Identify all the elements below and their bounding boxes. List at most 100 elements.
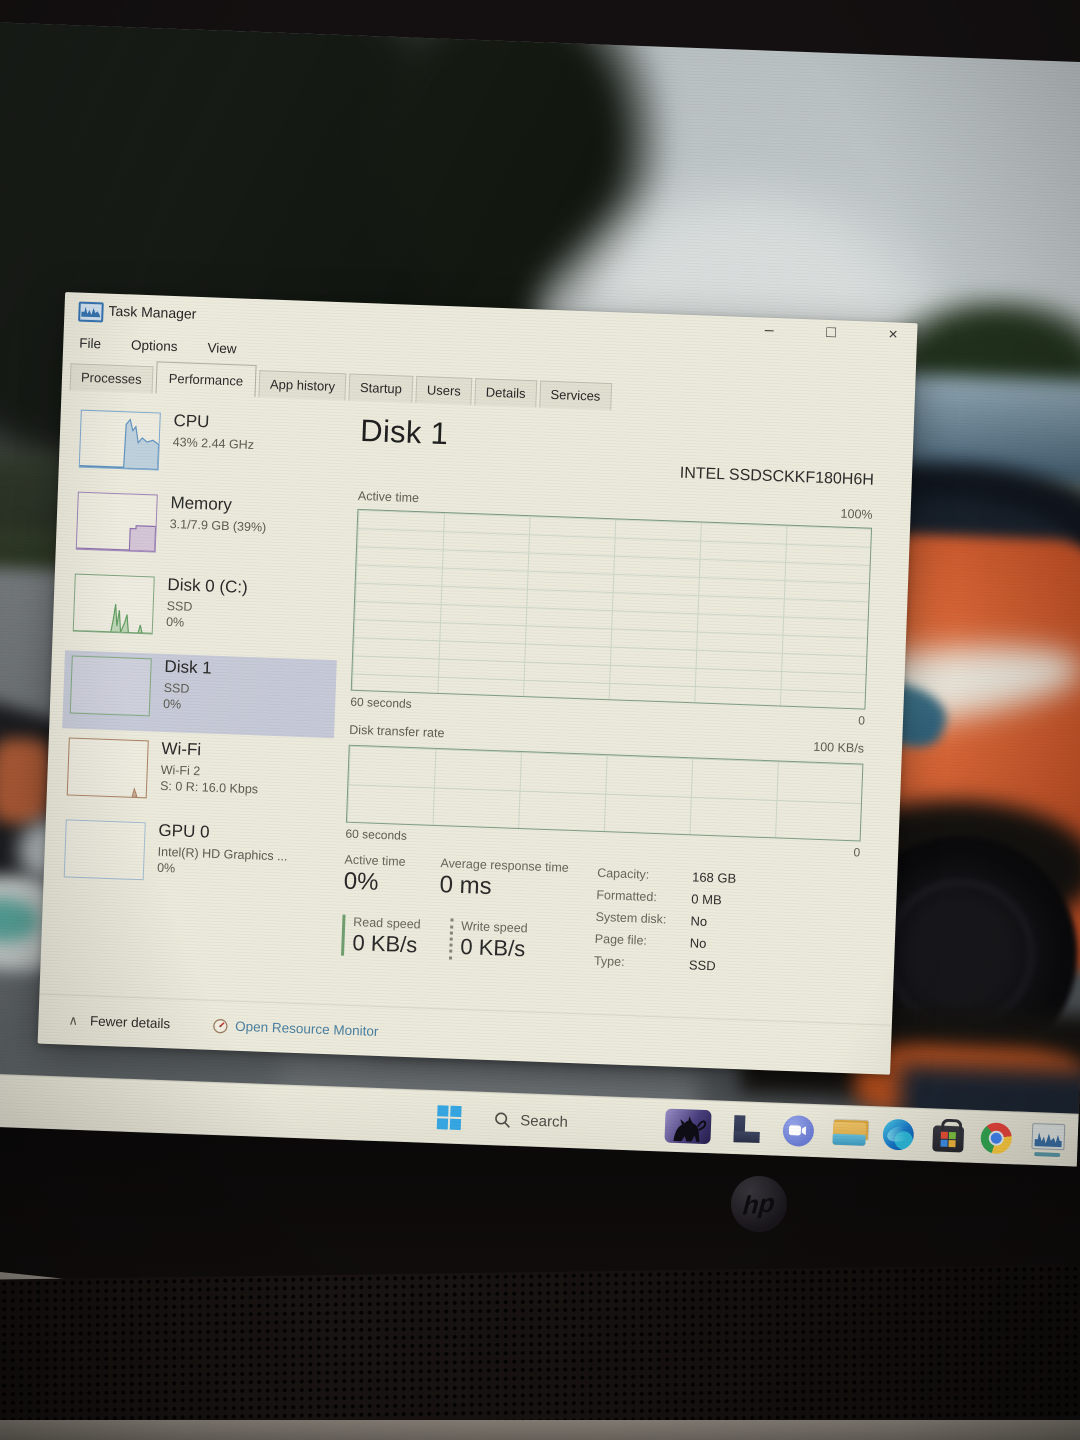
search-label: Search [520, 1112, 568, 1131]
cpu-title: CPU [173, 410, 255, 435]
active-time-chart [351, 509, 872, 710]
taskbar-app-video[interactable] [779, 1104, 817, 1157]
capacity-value: 168 GB [692, 869, 737, 886]
page-title: Disk 1 [360, 413, 449, 452]
file-explorer-icon [832, 1119, 866, 1146]
sidebar-item-wifi[interactable]: Wi-Fi Wi-Fi 2 S: 0 R: 16.0 Kbps [59, 732, 334, 820]
wifi-title: Wi-Fi [161, 738, 260, 764]
formatted-label: Formatted: [596, 888, 691, 906]
taskbar-file-explorer[interactable] [829, 1106, 869, 1159]
active-app-indicator [1034, 1152, 1060, 1157]
task-manager-window: Task Manager – □ × File Options View Pro… [38, 292, 918, 1075]
fewer-details-button[interactable]: Fewer details [90, 1013, 171, 1031]
transfer-rate-chart-min: 0 [853, 845, 860, 859]
performance-panel: CPU 43% 2.44 GHz Memory 3.1/7.9 GB (39%) [40, 390, 914, 1021]
laptop-photo: hp [0, 0, 1080, 1440]
avg-response-value: 0 ms [439, 871, 568, 904]
wifi-speed: S: 0 R: 16.0 Kbps [160, 778, 259, 798]
tab-startup[interactable]: Startup [349, 373, 414, 402]
microsoft-store-icon [932, 1125, 964, 1152]
memory-mini-chart [76, 492, 158, 553]
read-speed-label: Read speed [353, 915, 421, 931]
formatted-value: 0 MB [691, 891, 722, 907]
disk0-title: Disk 0 (C:) [167, 574, 248, 599]
disk-properties: Capacity: 168 GB Formatted: 0 MB System … [593, 866, 736, 981]
transfer-rate-chart-label: Disk transfer rate [349, 723, 445, 740]
laptop-screen: Task Manager – □ × File Options View Pro… [0, 22, 1080, 1167]
sidebar-item-gpu0[interactable]: GPU 0 Intel(R) HD Graphics ... 0% [56, 814, 331, 902]
system-disk-value: No [690, 913, 707, 929]
taskbar-chrome[interactable] [977, 1111, 1015, 1164]
wifi-mini-chart [67, 737, 149, 798]
window-title: Task Manager [108, 303, 196, 322]
type-label: Type: [594, 954, 689, 972]
page-file-label: Page file: [595, 932, 690, 950]
sidebar-item-disk1[interactable]: Disk 1 SSD 0% [62, 650, 337, 738]
active-time-chart-min: 0 [858, 713, 865, 727]
property-row: Type: SSD [594, 954, 734, 974]
taskbar-app-l[interactable] [729, 1102, 765, 1155]
tab-users[interactable]: Users [415, 376, 472, 405]
taskbar-edge[interactable] [879, 1107, 917, 1160]
edge-icon [882, 1118, 914, 1150]
tab-performance[interactable]: Performance [155, 361, 257, 397]
resource-monitor-icon [212, 1017, 229, 1034]
active-time-label: Active time [344, 853, 406, 869]
chrome-icon [980, 1122, 1012, 1154]
page-file-value: No [689, 935, 706, 951]
property-row: System disk: No [595, 910, 735, 930]
device-name: INTEL SSDSCKKF180H6H [679, 465, 874, 490]
read-speed-value: 0 KB/s [352, 930, 420, 958]
window-controls: – □ × [757, 321, 906, 344]
tab-services[interactable]: Services [539, 380, 612, 410]
close-button[interactable]: × [881, 326, 906, 345]
chevron-up-icon: ∧ [68, 1012, 78, 1028]
minimize-button[interactable]: – [757, 321, 782, 340]
windows-logo-icon [437, 1105, 462, 1130]
taskbar-app-cat[interactable] [663, 1100, 713, 1154]
task-manager-taskbar-icon [1031, 1122, 1065, 1149]
taskbar-search[interactable]: Search [475, 1093, 587, 1149]
memory-stats: 3.1/7.9 GB (39%) [169, 516, 266, 536]
cat-app-icon [664, 1109, 711, 1145]
disk1-type: SSD [163, 680, 211, 698]
sidebar-item-disk0[interactable]: Disk 0 (C:) SSD 0% [65, 568, 340, 656]
menu-view[interactable]: View [207, 340, 237, 356]
cpu-mini-chart [79, 410, 161, 471]
disk1-usage: 0% [163, 696, 211, 714]
taskbar-microsoft-store[interactable] [928, 1109, 968, 1162]
menu-file[interactable]: File [79, 335, 101, 351]
menu-options[interactable]: Options [131, 337, 178, 354]
memory-title: Memory [170, 492, 267, 518]
disk1-mini-chart [70, 655, 152, 716]
system-disk-label: System disk: [595, 910, 690, 928]
tab-app-history[interactable]: App history [259, 370, 347, 400]
tab-processes[interactable]: Processes [70, 363, 154, 393]
tab-details[interactable]: Details [474, 378, 537, 407]
maximize-button[interactable]: □ [819, 324, 844, 343]
property-row: Formatted: 0 MB [596, 888, 736, 908]
wallpaper-tree [337, 22, 679, 347]
capacity-label: Capacity: [597, 866, 692, 884]
transfer-rate-chart-xlabel: 60 seconds [345, 827, 407, 843]
active-time-value: 0% [343, 868, 405, 898]
taskbar-task-manager[interactable] [1027, 1113, 1069, 1166]
performance-sidebar: CPU 43% 2.44 GHz Memory 3.1/7.9 GB (39%) [56, 404, 346, 906]
active-time-chart-label: Active time [358, 489, 420, 505]
active-time-chart-xlabel: 60 seconds [350, 695, 412, 711]
disk-stats: Active time 0% Average response time 0 m… [339, 853, 859, 1022]
gpu-mini-chart [64, 819, 146, 880]
search-icon [494, 1111, 512, 1129]
disk0-usage: 0% [166, 614, 247, 633]
sidebar-item-cpu[interactable]: CPU 43% 2.44 GHz [71, 404, 346, 492]
sidebar-item-memory[interactable]: Memory 3.1/7.9 GB (39%) [68, 486, 343, 574]
open-resource-monitor-link[interactable]: Open Resource Monitor [212, 1017, 379, 1039]
property-row: Capacity: 168 GB [597, 866, 737, 886]
write-speed-label: Write speed [461, 919, 528, 935]
start-button[interactable] [433, 1091, 465, 1144]
active-time-chart-max: 100% [840, 507, 872, 522]
wallpaper-house [892, 373, 1080, 491]
hp-logo: hp [731, 1176, 787, 1232]
disk1-detail-panel: Disk 1 INTEL SSDSCKKF180H6H Active time … [339, 401, 876, 1019]
task-manager-app-icon [78, 302, 104, 323]
